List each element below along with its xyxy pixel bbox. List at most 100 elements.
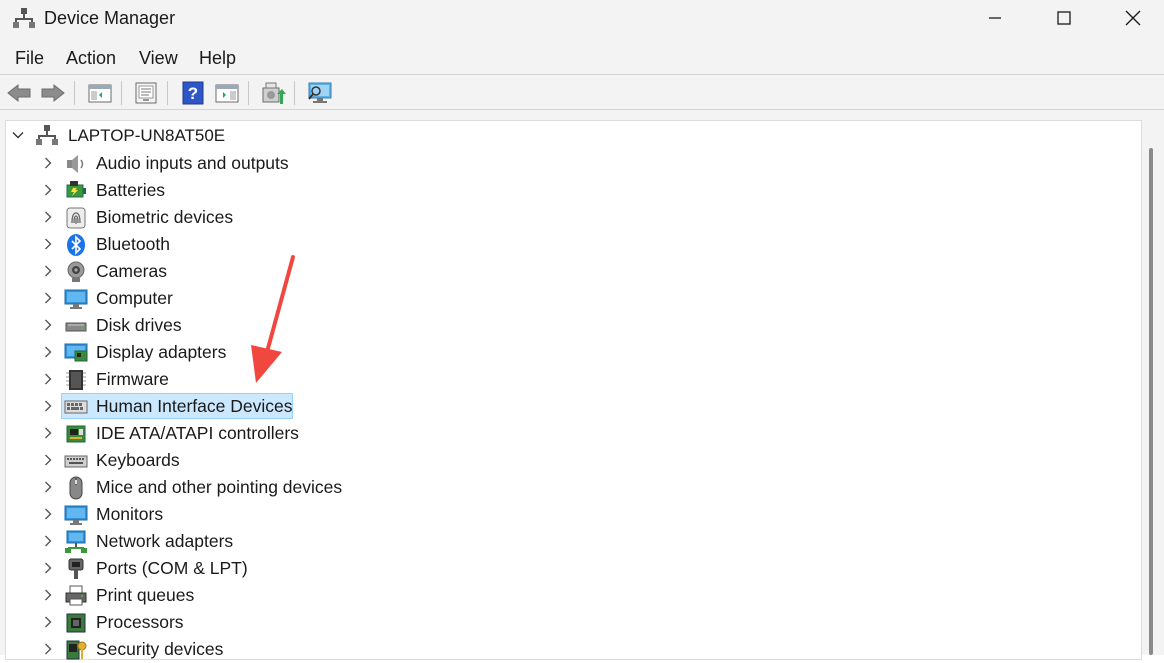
action-pane-button[interactable] xyxy=(214,80,240,106)
device-category-label: Keyboards xyxy=(96,450,180,470)
disk-drive-icon xyxy=(65,322,87,332)
device-category-label: Bluetooth xyxy=(96,234,170,254)
chevron-right-icon[interactable] xyxy=(42,454,54,466)
device-category-row[interactable]: Network adapters xyxy=(0,528,400,555)
maximize-button[interactable] xyxy=(1029,0,1099,36)
chevron-right-icon[interactable] xyxy=(42,211,54,223)
device-category-label: Audio inputs and outputs xyxy=(96,153,289,173)
forward-button[interactable] xyxy=(40,80,66,106)
display-adapter-icon xyxy=(64,343,88,362)
chevron-right-icon[interactable] xyxy=(42,265,54,277)
chevron-right-icon[interactable] xyxy=(42,508,54,520)
chevron-right-icon[interactable] xyxy=(42,400,54,412)
help-button[interactable]: ? xyxy=(180,80,206,106)
vertical-scrollbar[interactable] xyxy=(1147,148,1155,655)
device-category-label: Security devices xyxy=(96,639,224,659)
menu-file[interactable]: File xyxy=(15,48,44,69)
device-category-label: Cameras xyxy=(96,261,167,281)
security-device-icon xyxy=(66,640,87,660)
device-category-label: Computer xyxy=(96,288,173,308)
device-category-row[interactable]: Disk drives xyxy=(0,312,400,339)
speaker-icon xyxy=(67,155,84,173)
chevron-right-icon[interactable] xyxy=(42,373,54,385)
update-driver-button[interactable] xyxy=(260,80,286,106)
chevron-down-icon[interactable] xyxy=(12,129,24,141)
minimize-button[interactable] xyxy=(960,0,1030,36)
device-category-row[interactable]: Audio inputs and outputs xyxy=(0,150,400,177)
device-category-row[interactable]: Human Interface Devices xyxy=(0,393,400,420)
tree-root-node[interactable]: LAPTOP-UN8AT50E xyxy=(0,122,400,149)
device-category-label: Batteries xyxy=(96,180,166,200)
device-category-row[interactable]: Monitors xyxy=(0,501,400,528)
title-bar: Device Manager xyxy=(0,0,1164,40)
device-category-row[interactable]: Biometric devices xyxy=(0,204,400,231)
device-category-row[interactable]: Mice and other pointing devices xyxy=(0,474,400,501)
properties-button[interactable] xyxy=(133,80,159,106)
menu-action[interactable]: Action xyxy=(66,48,116,69)
update-driver-icon xyxy=(262,82,286,104)
toolbar-separator xyxy=(248,81,249,105)
chevron-right-icon[interactable] xyxy=(42,481,54,493)
device-category-row[interactable]: Processors xyxy=(0,609,400,636)
chevron-right-icon[interactable] xyxy=(42,427,54,439)
chevron-right-icon[interactable] xyxy=(42,346,54,358)
device-category-row[interactable]: Firmware xyxy=(0,366,400,393)
device-category-label: Ports (COM & LPT) xyxy=(96,558,248,578)
toolbar-separator xyxy=(294,81,295,105)
device-category-row[interactable]: Batteries xyxy=(0,177,400,204)
device-category-row[interactable]: Bluetooth xyxy=(0,231,400,258)
scan-hardware-icon xyxy=(308,82,332,103)
chevron-right-icon[interactable] xyxy=(42,157,54,169)
device-category-row[interactable]: Cameras xyxy=(0,258,400,285)
device-category-row[interactable]: Ports (COM & LPT) xyxy=(0,555,400,582)
hid-icon xyxy=(64,400,88,414)
chevron-right-icon[interactable] xyxy=(42,562,54,574)
firmware-chip-icon xyxy=(66,370,86,390)
back-button[interactable] xyxy=(6,80,32,106)
chevron-right-icon[interactable] xyxy=(42,616,54,628)
back-icon xyxy=(7,83,31,103)
properties-icon xyxy=(135,82,157,104)
window-title: Device Manager xyxy=(44,8,176,28)
chevron-right-icon[interactable] xyxy=(42,643,54,655)
forward-icon xyxy=(41,83,65,103)
chevron-right-icon[interactable] xyxy=(42,589,54,601)
chevron-right-icon[interactable] xyxy=(42,238,54,250)
svg-text:?: ? xyxy=(188,84,198,103)
laptop-computer-icon xyxy=(36,125,58,145)
monitor-icon xyxy=(64,505,88,525)
chevron-right-icon[interactable] xyxy=(42,292,54,304)
device-category-row[interactable]: Computer xyxy=(0,285,400,312)
toolbar-separator xyxy=(121,81,122,105)
printer-icon xyxy=(65,585,87,606)
close-button[interactable] xyxy=(1098,0,1164,36)
chevron-right-icon[interactable] xyxy=(42,535,54,547)
show-hide-console-tree-button[interactable] xyxy=(87,80,113,106)
chevron-right-icon[interactable] xyxy=(42,319,54,331)
menu-view[interactable]: View xyxy=(139,48,178,69)
device-category-label: Mice and other pointing devices xyxy=(96,477,343,497)
device-category-label: Display adapters xyxy=(96,342,227,362)
toolbar-separator xyxy=(167,81,168,105)
device-category-row[interactable]: Keyboards xyxy=(0,447,400,474)
menu-bar: File Action View Help xyxy=(0,40,1164,74)
close-icon xyxy=(1125,10,1141,26)
show-hide-console-tree-icon xyxy=(88,84,112,103)
device-category-row[interactable]: Display adapters xyxy=(0,339,400,366)
device-category-row[interactable]: Security devices xyxy=(0,636,400,663)
scan-hardware-button[interactable] xyxy=(307,80,333,106)
device-category-row[interactable]: Print queues xyxy=(0,582,400,609)
device-manager-app-icon xyxy=(13,8,35,28)
device-category-row[interactable]: IDE ATA/ATAPI controllers xyxy=(0,420,400,447)
scrollbar-thumb[interactable] xyxy=(1149,148,1153,655)
device-category-label: Human Interface Devices xyxy=(96,396,293,416)
device-category-label: Firmware xyxy=(96,369,169,389)
toolbar: ? xyxy=(0,74,1164,110)
camera-icon xyxy=(67,261,85,282)
menu-help[interactable]: Help xyxy=(199,48,236,69)
chevron-right-icon[interactable] xyxy=(42,184,54,196)
port-icon xyxy=(68,558,84,579)
keyboard-icon xyxy=(64,455,88,468)
fingerprint-icon xyxy=(66,207,86,229)
help-icon: ? xyxy=(182,81,204,105)
